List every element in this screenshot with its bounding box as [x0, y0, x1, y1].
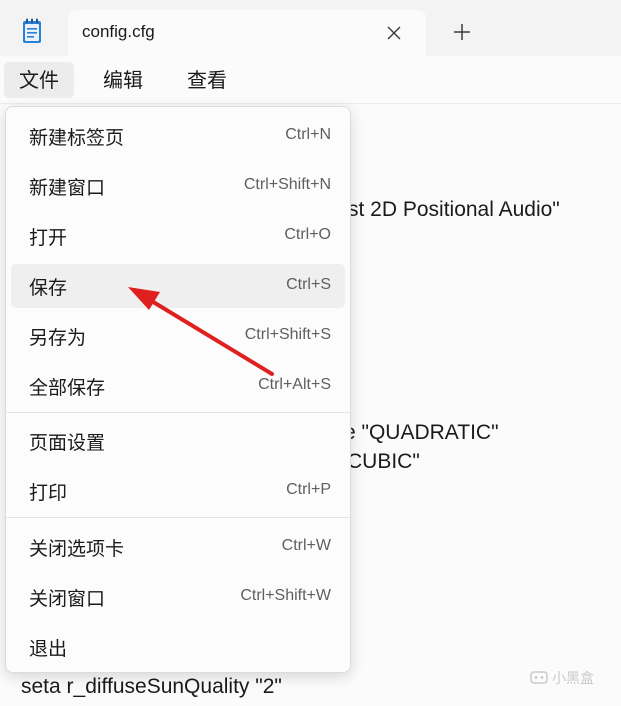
menu-item-open[interactable]: 打开 Ctrl+O — [11, 214, 345, 258]
menu-item-shortcut: Ctrl+N — [285, 126, 331, 143]
tab-strip: config.cfg — [0, 0, 621, 56]
menu-item-label: 关闭窗口 — [29, 588, 106, 610]
menu-item-shortcut: Ctrl+S — [286, 276, 331, 293]
notepad-app-icon — [23, 18, 41, 43]
menu-bar: 文件 编辑 查看 — [0, 56, 621, 104]
file-dropdown-menu: 新建标签页 Ctrl+N 新建窗口 Ctrl+Shift+N 打开 Ctrl+O… — [5, 106, 351, 673]
menu-file[interactable]: 文件 — [4, 62, 74, 98]
menu-item-label: 全部保存 — [29, 377, 106, 399]
menu-item-label: 保存 — [29, 277, 68, 299]
watermark: 小黑盒 — [530, 668, 610, 688]
menu-item-label: 关闭选项卡 — [29, 538, 125, 560]
menu-item-label: 新建窗口 — [29, 177, 106, 199]
watermark-logo-icon — [530, 671, 548, 684]
menu-item-save-as[interactable]: 另存为 Ctrl+Shift+S — [11, 314, 345, 358]
menu-item-shortcut: Ctrl+Alt+S — [258, 376, 331, 393]
menu-item-shortcut: Ctrl+Shift+N — [243, 176, 331, 193]
menu-view[interactable]: 查看 — [176, 62, 238, 98]
menu-item-exit[interactable]: 退出 — [11, 625, 345, 669]
menu-item-label: 页面设置 — [29, 432, 106, 454]
watermark-text: 小黑盒 — [552, 671, 594, 687]
close-icon[interactable] — [384, 23, 404, 43]
notepad-window: config.cfg 文件 编辑 查看 st 2D Positional Aud… — [0, 0, 621, 706]
menu-item-label: 打开 — [29, 227, 68, 249]
menu-separator — [6, 412, 350, 413]
menu-item-shortcut: Ctrl+O — [284, 226, 331, 243]
editor-line: seta r_diffuseSunQuality "2" — [21, 675, 282, 698]
tab-title: config.cfg — [82, 22, 155, 41]
menu-item-close-tab[interactable]: 关闭选项卡 Ctrl+W — [11, 525, 345, 569]
menu-item-shortcut: Ctrl+Shift+W — [240, 587, 331, 604]
menu-item-shortcut: Ctrl+Shift+S — [244, 326, 331, 343]
editor-line: e "QUADRATIC" — [344, 421, 499, 444]
menu-item-new-tab[interactable]: 新建标签页 Ctrl+N — [11, 114, 345, 158]
menu-item-label: 退出 — [29, 638, 68, 660]
menu-item-label: 新建标签页 — [29, 127, 125, 149]
menu-edit[interactable]: 编辑 — [92, 62, 154, 98]
menu-item-print[interactable]: 打印 Ctrl+P — [11, 469, 345, 513]
menu-item-close-window[interactable]: 关闭窗口 Ctrl+Shift+W — [11, 575, 345, 619]
menu-item-save-all[interactable]: 全部保存 Ctrl+Alt+S — [11, 364, 345, 408]
menu-item-page-setup[interactable]: 页面设置 — [11, 419, 345, 463]
plus-icon[interactable] — [451, 21, 473, 43]
menu-item-shortcut: Ctrl+P — [286, 481, 331, 498]
menu-separator — [6, 517, 350, 518]
menu-item-new-window[interactable]: 新建窗口 Ctrl+Shift+N — [11, 164, 345, 208]
editor-line: CUBIC" — [347, 450, 420, 473]
editor-line: st 2D Positional Audio" — [348, 198, 560, 221]
menu-item-save[interactable]: 保存 Ctrl+S — [11, 264, 345, 308]
menu-item-shortcut: Ctrl+W — [281, 537, 331, 554]
menu-item-label: 打印 — [29, 482, 68, 504]
menu-item-label: 另存为 — [29, 327, 87, 349]
tab-config-cfg[interactable]: config.cfg — [68, 10, 426, 56]
